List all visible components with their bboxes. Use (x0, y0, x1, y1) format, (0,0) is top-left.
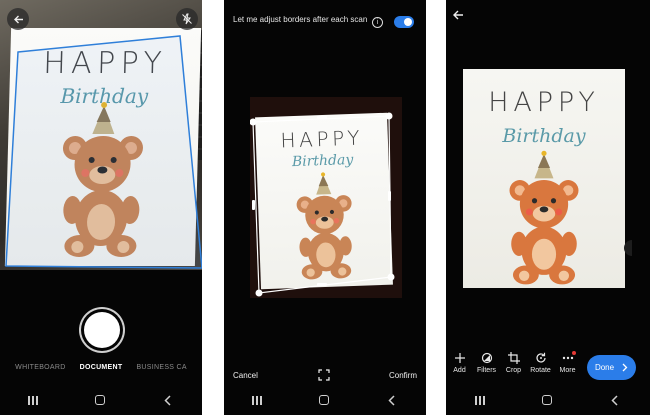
rotate-icon (535, 352, 547, 364)
crop-handle-bottom-left (256, 290, 263, 297)
confirm-button[interactable]: Confirm (389, 371, 417, 380)
crop-label: Crop (506, 367, 521, 374)
filters-button[interactable]: Filters (473, 352, 500, 382)
card-happy-text: HAPPY (463, 87, 625, 118)
card-birthday-text: Birthday (463, 125, 625, 147)
system-nav-bar (446, 385, 650, 415)
side-handle[interactable] (624, 240, 632, 256)
teddy-bear-image (496, 149, 592, 287)
crop-button[interactable]: Crop (500, 352, 527, 382)
nav-back-button[interactable] (386, 394, 398, 406)
notification-dot (572, 351, 576, 355)
expand-icon[interactable] (318, 369, 330, 381)
adjust-borders-hint: Let me adjust borders after each scan (233, 14, 373, 25)
home-button[interactable] (542, 395, 552, 405)
crop-frame[interactable] (250, 97, 402, 298)
mode-document[interactable]: DOCUMENT (80, 364, 123, 371)
crop-icon (508, 352, 520, 364)
filters-label: Filters (477, 367, 496, 374)
camera-screen: HAPPY Birthday (0, 0, 202, 415)
info-icon[interactable]: i (372, 17, 383, 28)
more-label: More (560, 367, 576, 374)
back-button[interactable] (7, 8, 29, 30)
system-nav-bar (224, 385, 426, 415)
done-label: Done (595, 363, 614, 372)
chevron-left-icon (611, 395, 619, 406)
system-nav-bar (0, 385, 202, 415)
done-button[interactable]: Done (587, 355, 636, 380)
recent-apps-button[interactable] (28, 396, 38, 405)
nav-back-button[interactable] (162, 394, 174, 406)
chevron-left-icon (388, 395, 396, 406)
recent-apps-button[interactable] (475, 396, 485, 405)
rotate-label: Rotate (530, 367, 551, 374)
more-button[interactable]: More (554, 352, 581, 382)
home-button[interactable] (95, 395, 105, 405)
chevron-right-icon (622, 363, 628, 372)
edit-screen: HAPPY Birthday Add Filters (446, 0, 650, 415)
mode-whiteboard[interactable]: WHITEBOARD (15, 364, 65, 371)
camera-viewfinder: HAPPY Birthday (0, 0, 202, 270)
flash-off-icon (181, 13, 193, 25)
add-label: Add (453, 367, 465, 374)
scanned-card: HAPPY Birthday (463, 69, 625, 288)
back-arrow-icon (13, 14, 24, 25)
recent-apps-button[interactable] (252, 396, 262, 405)
shutter-button[interactable] (84, 312, 120, 348)
filters-icon (481, 352, 493, 364)
cancel-button[interactable]: Cancel (233, 371, 258, 380)
nav-back-button[interactable] (609, 394, 621, 406)
crop-photo: HAPPY Birthday (250, 97, 402, 298)
mode-business-card[interactable]: BUSINESS CA (136, 364, 186, 371)
crop-handle-top-left (250, 119, 257, 126)
capture-mode-selector: WHITEBOARD DOCUMENT BUSINESS CA (0, 364, 202, 371)
add-button[interactable]: Add (446, 352, 473, 382)
chevron-left-icon (164, 395, 172, 406)
crop-footer: Cancel Confirm (224, 369, 426, 383)
rotate-button[interactable]: Rotate (527, 352, 554, 382)
crop-screen: Let me adjust borders after each scan i … (224, 0, 426, 415)
adjust-borders-toggle[interactable] (394, 16, 414, 28)
home-button[interactable] (319, 395, 329, 405)
flash-toggle-button[interactable] (176, 8, 198, 30)
back-arrow-icon[interactable] (452, 9, 464, 21)
plus-icon (454, 352, 466, 364)
crop-handle-top-right (386, 113, 393, 120)
document-border-overlay (0, 0, 202, 270)
crop-handle-bottom-right (388, 274, 395, 281)
